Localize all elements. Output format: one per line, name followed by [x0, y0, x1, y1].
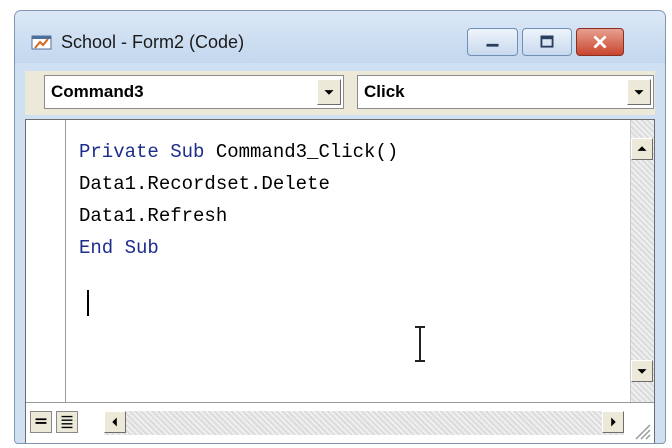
ibeam-cursor-icon: [415, 326, 425, 362]
full-module-view-button[interactable]: [56, 411, 78, 433]
resize-grip-icon[interactable]: [630, 419, 652, 441]
code-line[interactable]: Data1.Refresh: [79, 200, 609, 232]
procedure-combo[interactable]: Click: [357, 75, 654, 109]
code-line[interactable]: End Sub: [79, 232, 609, 264]
object-combo-dropdown-button[interactable]: [317, 79, 341, 105]
vb-code-window-icon: [31, 35, 52, 50]
chevron-down-icon: [634, 90, 644, 95]
code-token: Command3_Click(): [215, 141, 399, 163]
code-token: Data1.Recordset.Delete: [79, 173, 330, 195]
scroll-right-button[interactable]: [602, 411, 624, 433]
code-editor[interactable]: Private Sub Command3_Click() Data1.Record…: [25, 119, 655, 443]
maximize-icon: [540, 35, 554, 48]
minimize-button[interactable]: [467, 28, 518, 56]
code-window: School - Form2 (Code) Command3 Click Pri…: [14, 10, 666, 444]
close-button[interactable]: [576, 28, 624, 56]
scroll-left-button[interactable]: [104, 411, 126, 433]
editor-bottom-bar: [26, 402, 654, 443]
code-text[interactable]: Private Sub Command3_Click() Data1.Record…: [79, 136, 609, 264]
arrow-down-icon: [637, 369, 647, 374]
procedure-view-button[interactable]: [30, 411, 52, 433]
procedure-combo-value: Click: [364, 82, 405, 101]
keyword-token: Private Sub: [79, 141, 216, 163]
close-icon: [593, 35, 607, 49]
window-title: School - Form2 (Code): [61, 32, 245, 52]
full-module-view-icon: [61, 415, 73, 429]
code-token: Data1.Refresh: [79, 205, 228, 227]
code-line[interactable]: Private Sub Command3_Click(): [79, 136, 609, 168]
arrow-right-icon: [611, 417, 616, 427]
horizontal-scrollbar[interactable]: [104, 411, 624, 435]
text-caret: [87, 290, 89, 316]
object-combo[interactable]: Command3: [44, 75, 344, 109]
object-combo-value: Command3: [51, 82, 144, 101]
code-line[interactable]: Data1.Recordset.Delete: [79, 168, 609, 200]
arrow-left-icon: [112, 417, 117, 427]
scroll-down-button[interactable]: [631, 360, 653, 382]
arrow-up-icon: [637, 146, 647, 151]
maximize-button[interactable]: [522, 28, 572, 56]
vertical-scrollbar[interactable]: [630, 120, 654, 402]
procedure-combo-dropdown-button[interactable]: [627, 79, 651, 105]
scroll-up-button[interactable]: [631, 138, 653, 160]
minimize-icon: [486, 43, 499, 47]
keyword-token: End Sub: [79, 237, 159, 259]
title-bar[interactable]: School - Form2 (Code): [15, 11, 665, 63]
chevron-down-icon: [324, 90, 334, 95]
procedure-view-icon: [35, 418, 47, 424]
margin-indicator-bar[interactable]: [26, 120, 66, 402]
